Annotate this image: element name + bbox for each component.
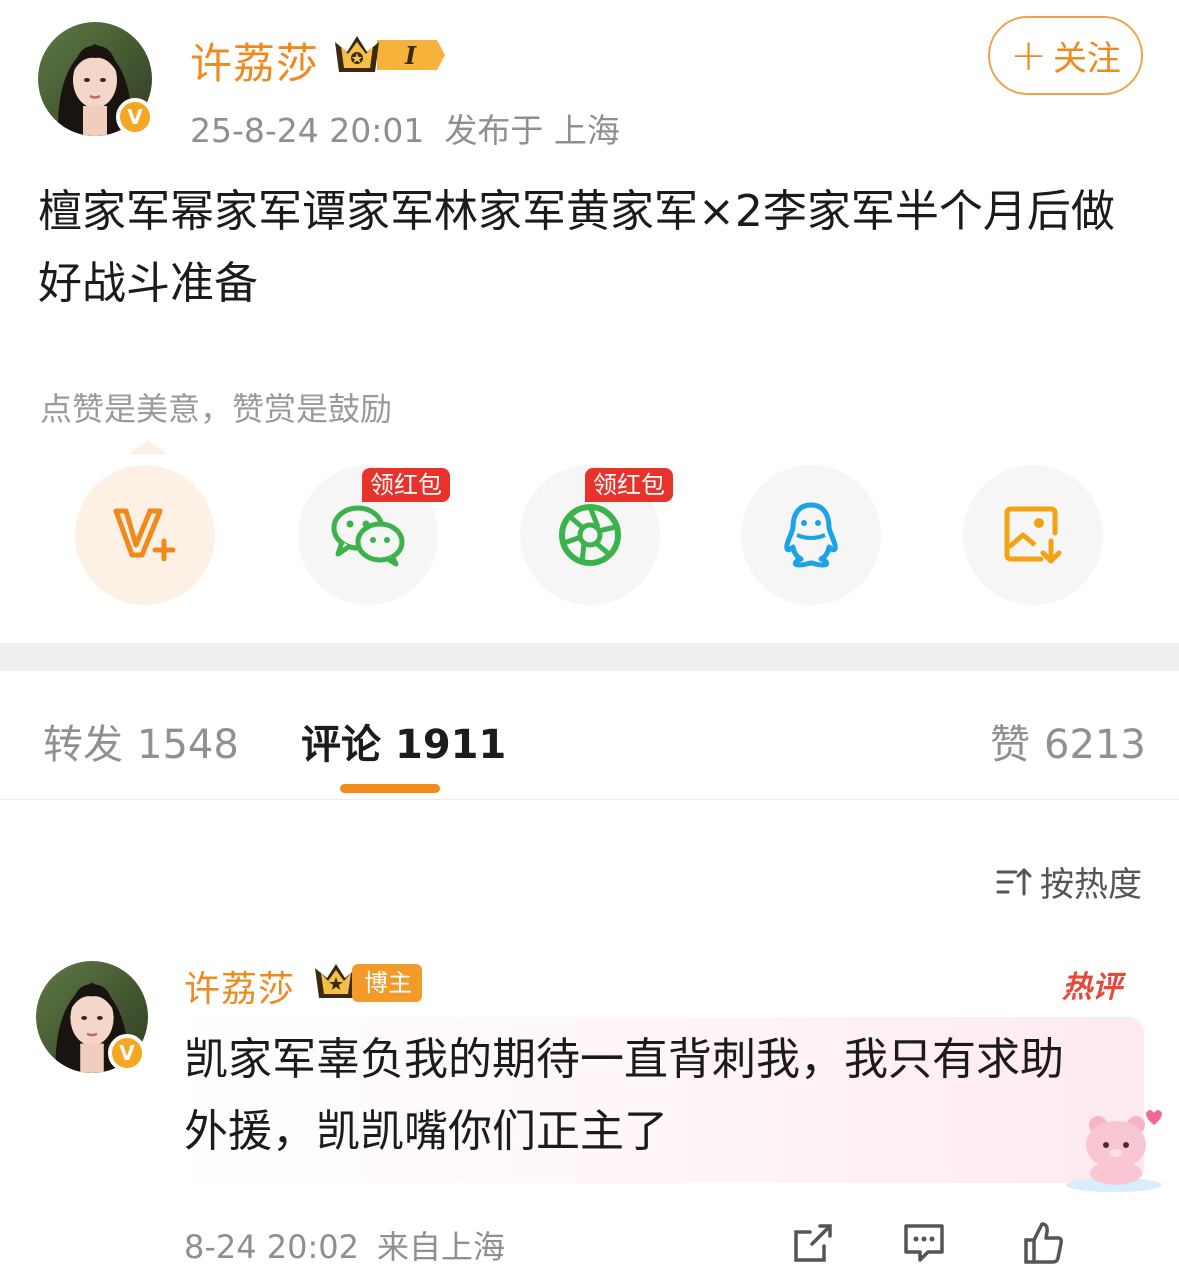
tab-repost-label: 转发 xyxy=(43,722,123,768)
verified-badge-icon: V xyxy=(116,98,154,136)
active-tab-indicator xyxy=(340,784,440,793)
sort-label: 按热度 xyxy=(1040,865,1142,905)
repost-comment-icon[interactable] xyxy=(790,1220,836,1266)
tab-repost[interactable]: 转发 1548 xyxy=(43,712,239,770)
post-text: 檀家军幂家军谭家军林家军黄家军×2李家军半个月后做好战斗准备 xyxy=(38,186,1115,309)
tab-comment[interactable]: 评论 1911 xyxy=(301,712,506,770)
like-comment-icon[interactable] xyxy=(1020,1220,1066,1266)
follow-button[interactable]: + 关注 xyxy=(988,16,1143,95)
tab-like[interactable]: 赞 6213 xyxy=(990,712,1146,770)
sort-button[interactable]: 按热度 xyxy=(996,857,1142,906)
post-date: 25-8-24 20:01 xyxy=(190,111,425,150)
follow-label: 关注 xyxy=(1052,39,1121,79)
post-meta: 25-8-24 20:01 发布于 上海 xyxy=(190,104,620,152)
wechat-redpack-tag: 领红包 xyxy=(362,468,450,502)
vip-crown-badge: I xyxy=(333,32,447,82)
tab-comment-count: 1911 xyxy=(395,722,507,768)
wechat-icon xyxy=(331,505,405,567)
sort-icon xyxy=(996,867,1032,895)
host-tag: 博主 xyxy=(352,964,422,1002)
qq-icon xyxy=(784,502,838,568)
plus-icon: + xyxy=(1010,29,1047,81)
tab-like-count: 6213 xyxy=(1044,722,1146,768)
section-divider xyxy=(0,643,1179,671)
svg-text:I: I xyxy=(404,41,417,70)
reward-hint: 点赞是美意，赞赏是鼓励 xyxy=(40,390,393,428)
tab-comment-label: 评论 xyxy=(301,722,381,768)
reward-pointer-icon xyxy=(128,440,168,454)
vplus-icon xyxy=(113,508,176,562)
comment-time: 8-24 20:02 xyxy=(184,1228,360,1266)
tab-divider xyxy=(0,799,1179,800)
comment-verified-badge-icon: V xyxy=(108,1034,146,1072)
moments-redpack-tag: 领红包 xyxy=(585,468,673,502)
share-qq-button[interactable] xyxy=(741,465,881,605)
comment-location: 来自上海 xyxy=(377,1228,506,1266)
reply-comment-icon[interactable] xyxy=(902,1220,946,1264)
tab-like-label: 赞 xyxy=(990,722,1030,768)
comment-meta: 8-24 20:02 来自上海 xyxy=(184,1222,505,1268)
save-image-icon xyxy=(1004,506,1062,564)
comment-text: 凯家军辜负我的期待一直背刺我，我只有求助外援，凯凯嘴你们正主了 xyxy=(184,1034,1064,1157)
comment-author-name[interactable]: 许荔莎 xyxy=(184,960,295,1012)
bear-sticker-icon xyxy=(1066,1110,1162,1192)
hot-comment-tag: 热评 xyxy=(1062,970,1122,1005)
post-author-name[interactable]: 许荔莎 xyxy=(190,30,319,91)
tab-repost-count: 1548 xyxy=(137,722,239,768)
share-vplus-button[interactable] xyxy=(75,465,215,605)
moments-icon xyxy=(559,504,621,566)
post-location: 发布于 上海 xyxy=(444,111,620,150)
share-save-image-button[interactable] xyxy=(963,465,1103,605)
